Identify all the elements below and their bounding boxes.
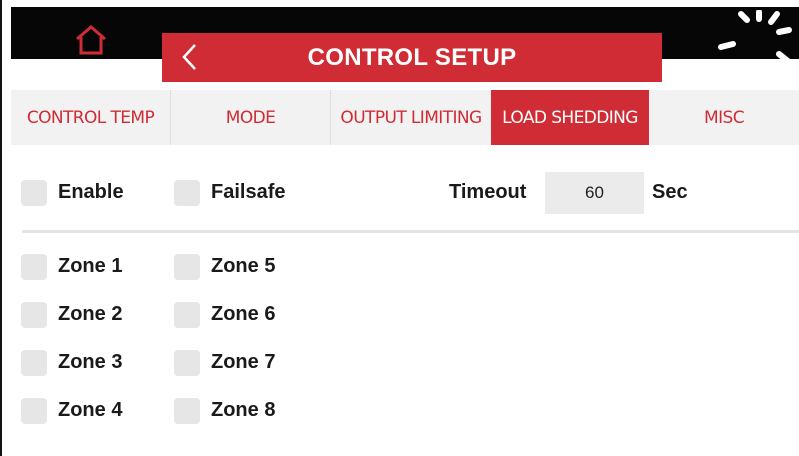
zone-7-checkbox[interactable] (174, 350, 200, 376)
zone-8-checkbox[interactable] (174, 398, 200, 424)
loading-spinner-icon (718, 10, 792, 65)
zone-7-label: Zone 7 (211, 351, 276, 373)
zone-2-label: Zone 2 (58, 303, 123, 325)
zone-1-label: Zone 1 (58, 255, 123, 277)
failsafe-label: Failsafe (211, 181, 286, 203)
timeout-input[interactable]: 60 (545, 172, 644, 214)
tab-output-limiting[interactable]: OUTPUT LIMITING (331, 90, 491, 145)
tab-mode[interactable]: MODE (171, 90, 331, 145)
tab-load-shedding[interactable]: LOAD SHEDDING (491, 90, 649, 145)
zone-5-checkbox[interactable] (174, 254, 200, 280)
zone-4-checkbox[interactable] (21, 398, 47, 424)
zone-6-label: Zone 6 (211, 303, 276, 325)
tab-misc[interactable]: MISC (649, 90, 799, 145)
failsafe-checkbox[interactable] (174, 180, 200, 206)
timeout-label: Timeout (449, 181, 527, 203)
zone-4-label: Zone 4 (58, 399, 123, 421)
divider (22, 230, 799, 233)
home-icon[interactable] (71, 24, 111, 56)
zone-2-checkbox[interactable] (21, 302, 47, 328)
enable-checkbox[interactable] (21, 180, 47, 206)
tab-bar: CONTROL TEMP MODE OUTPUT LIMITING LOAD S… (11, 90, 799, 145)
timeout-unit: Sec (652, 181, 688, 203)
zone-8-label: Zone 8 (211, 399, 276, 421)
title-bar: CONTROL SETUP (162, 33, 662, 82)
zone-1-checkbox[interactable] (21, 254, 47, 280)
enable-label: Enable (58, 181, 124, 203)
zone-3-label: Zone 3 (58, 351, 123, 373)
tab-control-temp[interactable]: CONTROL TEMP (11, 90, 171, 145)
zone-3-checkbox[interactable] (21, 350, 47, 376)
zone-5-label: Zone 5 (211, 255, 276, 277)
page-title: CONTROL SETUP (307, 44, 517, 71)
zone-6-checkbox[interactable] (174, 302, 200, 328)
